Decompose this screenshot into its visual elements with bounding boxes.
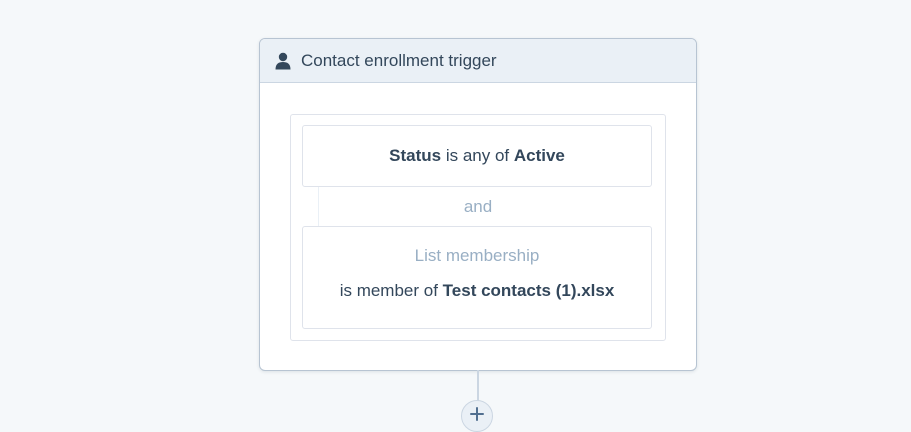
- and-label: and: [463, 197, 493, 216]
- filter-operator: is member of: [339, 281, 438, 300]
- filter-property: Status: [389, 146, 442, 165]
- filter-property: List membership: [414, 246, 540, 265]
- person-icon: [275, 52, 291, 70]
- filter-value: Test contacts (1).xlsx: [442, 281, 615, 300]
- workflow-connector-line: [477, 370, 479, 402]
- plus-icon: [470, 406, 484, 426]
- trigger-header: Contact enrollment trigger: [260, 39, 696, 83]
- filter-operator: is any of: [445, 146, 510, 165]
- filter-value: Active: [513, 146, 565, 165]
- add-action-button[interactable]: [461, 400, 493, 432]
- filter-list-membership[interactable]: List membership is member of Test contac…: [302, 226, 652, 329]
- trigger-title: Contact enrollment trigger: [301, 50, 497, 70]
- filter-status[interactable]: Status is any of Active: [302, 125, 652, 187]
- enrollment-trigger-card[interactable]: Contact enrollment trigger Status is any…: [259, 38, 697, 371]
- filter-group[interactable]: Status is any of Active and List members…: [290, 114, 666, 341]
